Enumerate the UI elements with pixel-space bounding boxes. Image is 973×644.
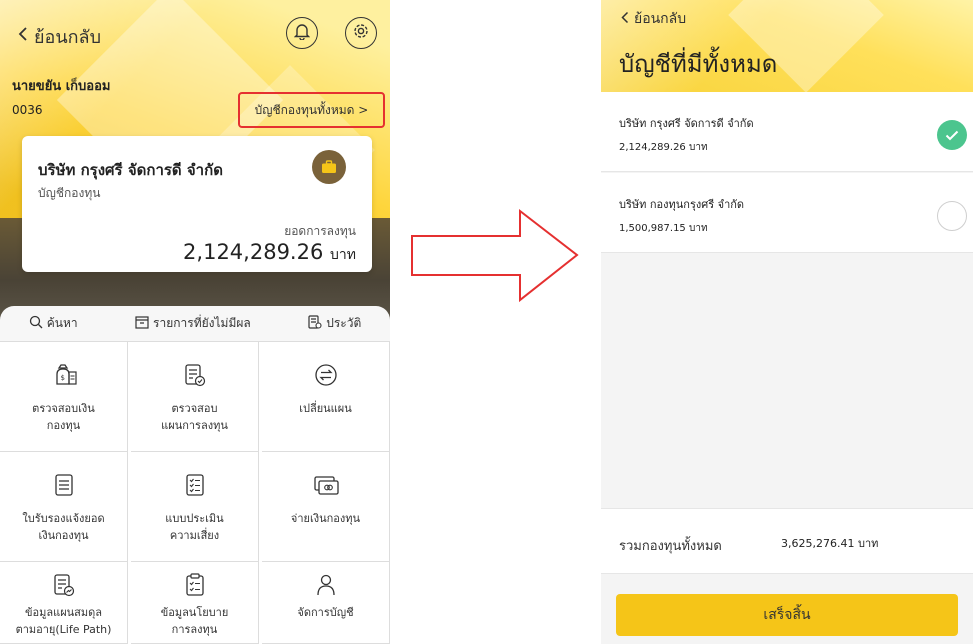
menu-label: เปลี่ยนแผน: [299, 402, 352, 415]
back-button[interactable]: ย้อนกลับ: [18, 22, 101, 51]
menu-label: ข้อมูลนโยบาย: [160, 606, 229, 619]
svg-text:$: $: [60, 374, 64, 382]
user-name: นายขยัน เก็บออม: [12, 79, 111, 94]
account-option-amount: 1,500,987.15 บาท: [619, 223, 708, 234]
tab-pending[interactable]: รายการที่ยังไม่มีผล: [135, 314, 251, 333]
tab-search[interactable]: ค้นหา: [29, 314, 78, 333]
chevron-left-icon: [621, 11, 629, 28]
menu-label: ตรวจสอบ: [171, 402, 218, 415]
action-tabs: ค้นหา รายการที่ยังไม่มีผล ประวัติ: [0, 306, 390, 342]
total-label: รวมกองทุนทั้งหมด: [619, 539, 722, 554]
tab-search-label: ค้นหา: [46, 316, 78, 330]
back-label: ย้อนกลับ: [34, 27, 102, 48]
back-label: ย้อนกลับ: [634, 11, 687, 27]
menu-life-path-info[interactable]: ข้อมูลแผนสมดุล ตามอายุ(Life Path): [0, 562, 128, 644]
total-summary: รวมกองทุนทั้งหมด 3,625,276.41 บาท: [601, 508, 973, 574]
menu-label: จัดการบัญชี: [297, 606, 354, 619]
gear-icon: [352, 22, 370, 44]
payment-card-icon: [313, 476, 339, 495]
certificate-icon: [54, 474, 73, 496]
tab-history[interactable]: ประวัติ: [308, 314, 361, 333]
done-button[interactable]: เสร็จสิ้น: [616, 594, 958, 636]
menu-label: แผนการลงทุน: [161, 419, 228, 432]
investment-currency: บาท: [330, 247, 356, 263]
arrow-right-icon: [411, 208, 579, 303]
history-icon: [308, 315, 322, 332]
money-bag-icon: $: [55, 364, 77, 385]
menu-label: จ่ายเงินกองทุน: [290, 512, 361, 525]
menu-change-plan[interactable]: เปลี่ยนแผน: [262, 342, 390, 452]
notification-button[interactable]: [286, 17, 318, 49]
menu-investment-policy[interactable]: ข้อมูลนโยบาย การลงทุน: [131, 562, 259, 644]
document-chart-icon: [53, 574, 74, 597]
menu-label: ใบรับรองแจ้งยอด: [22, 512, 105, 525]
menu-check-fund-balance[interactable]: $ ตรวจสอบเงิน กองทุน: [0, 342, 128, 452]
account-option-name: บริษัท กองทุนกรุงศรี จำกัด: [619, 198, 745, 211]
checklist-icon: [185, 474, 204, 496]
card-account-type: บัญชีกองทุน: [38, 186, 101, 200]
menu-pay-fund[interactable]: จ่ายเงินกองทุน: [262, 452, 390, 562]
menu-fund-certificate[interactable]: ใบรับรองแจ้งยอด เงินกองทุน: [0, 452, 128, 562]
comparison-stage: ย้อนกลับ นายขยัน เก็บออม 0036 บัญชีกองทุ…: [0, 0, 973, 644]
account-option-2[interactable]: บริษัท กองทุนกรุงศรี จำกัด 1,500,987.15 …: [601, 173, 973, 253]
total-value: 3,625,276.41 บาท: [781, 537, 879, 550]
tab-history-label: ประวัติ: [326, 316, 362, 330]
menu-label: ข้อมูลแผนสมดุล: [24, 606, 103, 619]
briefcase-icon: [312, 150, 346, 184]
menu-label: ตรวจสอบเงิน: [32, 402, 95, 415]
document-check-icon: [184, 364, 205, 387]
service-menu-grid: $ ตรวจสอบเงิน กองทุน ตรวจสอบ แผนการลงทุน…: [0, 342, 390, 644]
investment-amount-value: 2,124,289.26: [183, 240, 324, 264]
account-number: 0036: [12, 103, 43, 117]
chevron-left-icon: [18, 26, 28, 47]
menu-label: ความเสี่ยง: [169, 529, 220, 542]
page-title: บัญชีที่มีทั้งหมด: [619, 50, 778, 78]
menu-label: กองทุน: [46, 419, 81, 432]
menu-manage-account[interactable]: จัดการบัญชี: [262, 562, 390, 644]
all-fund-accounts-link[interactable]: บัญชีกองทุนทั้งหมด >: [238, 92, 385, 128]
investment-amount: 2,124,289.26 บาท: [183, 240, 356, 266]
account-option-1[interactable]: บริษัท กรุงศรี จัดการดี จำกัด 2,124,289.…: [601, 92, 973, 172]
menu-label: ตามอายุ(Life Path): [15, 623, 112, 636]
menu-label: แบบประเมิน: [165, 512, 224, 525]
card-company-name: บริษัท กรุงศรี จัดการดี จำกัด: [38, 161, 223, 179]
account-option-amount: 2,124,289.26 บาท: [619, 142, 708, 153]
menu-risk-assessment[interactable]: แบบประเมิน ความเสี่ยง: [131, 452, 259, 562]
settings-button[interactable]: [345, 17, 377, 49]
radio-circle-icon[interactable]: [937, 201, 967, 231]
fund-account-screen: ย้อนกลับ นายขยัน เก็บออม 0036 บัญชีกองทุ…: [0, 0, 390, 644]
tab-pending-label: รายการที่ยังไม่มีผล: [153, 316, 251, 330]
bell-icon: [293, 22, 311, 44]
user-icon: [316, 574, 335, 596]
check-circle-icon[interactable]: [937, 120, 967, 150]
search-icon: [29, 315, 43, 332]
menu-check-investment-plan[interactable]: ตรวจสอบ แผนการลงทุน: [131, 342, 259, 452]
account-option-name: บริษัท กรุงศรี จัดการดี จำกัด: [619, 117, 754, 130]
menu-label: การลงทุน: [171, 623, 218, 636]
swap-arrows-icon: [314, 364, 337, 386]
fund-summary-card[interactable]: บริษัท กรุงศรี จัดการดี จำกัด บัญชีกองทุ…: [22, 136, 372, 272]
all-accounts-screen: ย้อนกลับ บัญชีที่มีทั้งหมด บริษัท กรุงศร…: [601, 0, 973, 644]
back-button[interactable]: ย้อนกลับ: [621, 8, 686, 30]
clipboard-icon: [185, 573, 204, 596]
investment-label: ยอดการลงทุน: [284, 224, 356, 238]
menu-label: เงินกองทุน: [38, 529, 89, 542]
pending-box-icon: [135, 315, 149, 332]
